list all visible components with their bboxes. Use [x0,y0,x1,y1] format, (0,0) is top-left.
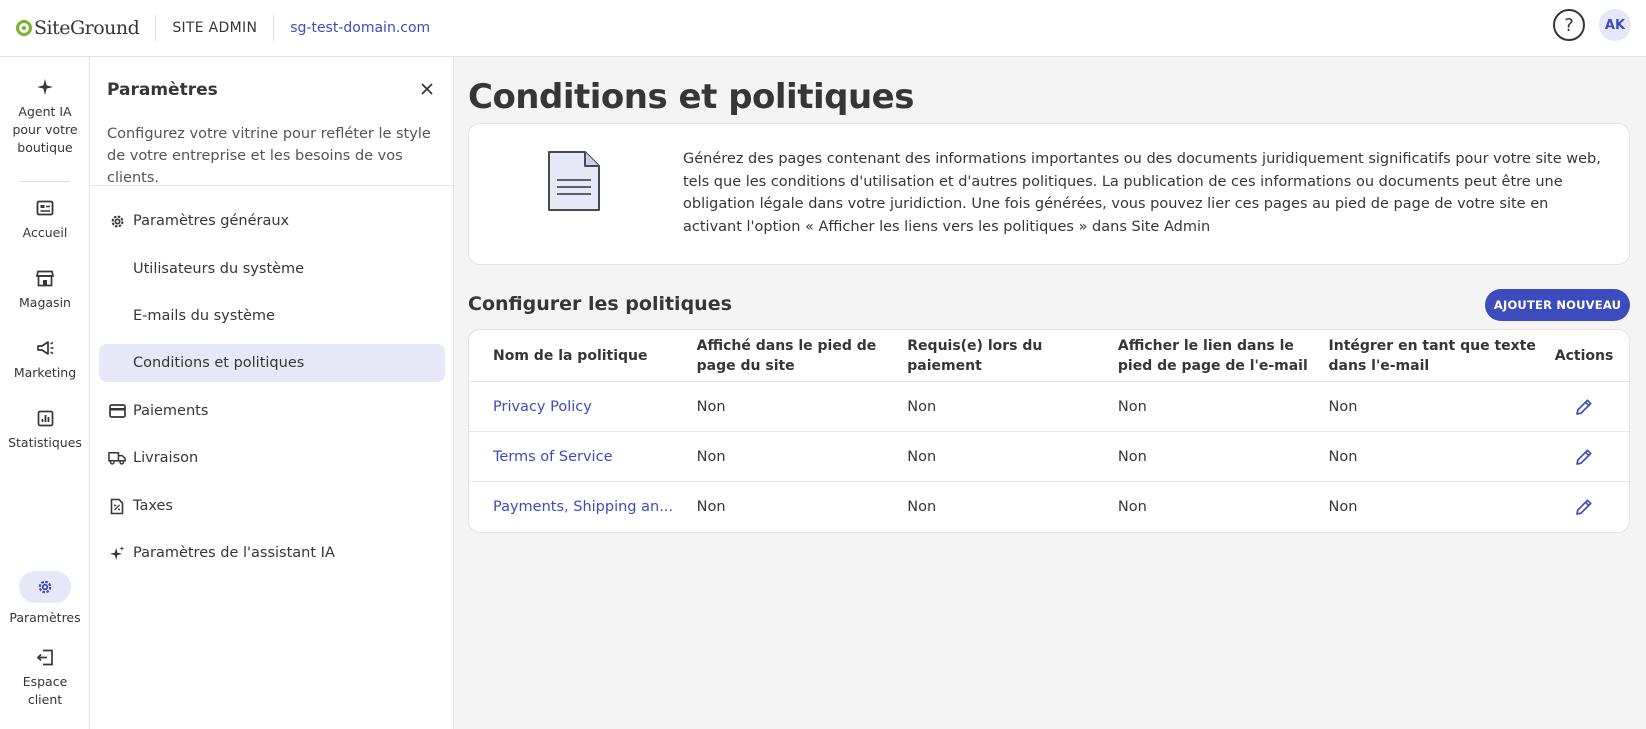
nav-label: Livraison [133,450,199,466]
page-title: Conditions et politiques [468,77,914,117]
section-title: Configurer les politiques [468,293,732,315]
nav-item-payments[interactable]: Paiements [99,392,445,430]
avatar[interactable]: AK [1599,9,1631,41]
rail-item-statistics[interactable]: Statistiques [0,408,90,452]
footer-display-value: Non [696,448,726,465]
nav-item-system-emails[interactable]: E-mails du système [99,297,445,335]
settings-panel: Paramètres Configurez votre vitrine pour… [90,57,454,729]
edit-action [1539,496,1629,518]
card-icon [108,402,126,420]
email-link-value: Non [1117,499,1147,515]
panel-divider [90,185,453,186]
column-header: Intégrer en tant que texte dans l'e-mail [1328,337,1536,374]
panel-description: Configurez votre vitrine pour refléter l… [107,126,431,186]
nav-label: Taxes [133,498,173,514]
rail-label: Marketing [13,365,77,380]
email-link-value: Non [1117,398,1147,415]
rail-item-marketing[interactable]: Marketing [0,338,90,382]
rail-label: Paramètres [9,610,81,625]
truck-icon [108,449,126,467]
store-icon [35,268,55,288]
siteground-logo-icon [16,20,32,36]
info-text: Générez des pages contenant des informat… [683,151,1601,235]
edit-action [1539,446,1629,468]
exit-icon [35,647,55,667]
add-new-button[interactable]: AJOUTER NOUVEAU [1485,289,1630,321]
checkout-required-value: Non [907,499,937,515]
nav-item-system-users[interactable]: Utilisateurs du système [99,250,445,288]
rail-divider [20,181,70,182]
column-header: Nom de la politique [493,347,648,364]
help-icon[interactable]: ? [1553,9,1585,41]
chart-icon [35,408,55,428]
nav-item-taxes[interactable]: Taxes [99,487,445,525]
close-icon[interactable] [417,79,437,99]
policy-name-link[interactable]: Privacy Policy [469,399,697,415]
email-text-value: Non [1328,499,1358,515]
rail-label: Accueil [22,225,68,240]
document-icon [547,150,601,216]
nav-item-terms-policies[interactable]: Conditions et politiques [99,344,445,382]
nav-label: Paiements [133,403,209,419]
nav-label: Utilisateurs du système [133,261,305,277]
header-divider [155,15,157,41]
policy-name-link[interactable]: Terms of Service [469,449,697,465]
rail-label: Espace client [22,674,68,707]
policy-name-link[interactable]: Payments, Shipping an... [469,499,697,515]
nav-item-shipping[interactable]: Livraison [99,439,445,477]
sparkle-icon [108,544,126,562]
nav-label: E-mails du système [133,308,275,324]
main-content: Conditions et politiques Générez des pag… [455,57,1646,729]
edit-action [1539,396,1629,418]
nav-item-ai-assistant-settings[interactable]: Paramètres de l'assistant IA [99,534,445,572]
column-header: Requis(e) lors du paiement [907,337,1043,374]
footer-display-value: Non [696,499,726,515]
site-admin-label: SITE ADMIN [172,20,258,36]
nav-label: Conditions et politiques [133,355,305,371]
table-row: Payments, Shipping an... Non Non Non Non [469,482,1629,532]
rail-label: Magasin [19,295,71,310]
gear-icon [19,571,71,603]
info-card: Générez des pages contenant des informat… [468,123,1630,265]
nav-label: Paramètres généraux [133,213,290,229]
column-header: Affiché dans le pied de page du site [696,337,877,374]
logo-text: SiteGround [34,17,140,39]
sparkle-icon [35,77,55,97]
siteground-logo[interactable]: SiteGround [16,17,140,39]
rail-label: Statistiques [8,435,82,450]
table-row: Terms of Service Non Non Non Non [469,432,1629,482]
checkout-required-value: Non [907,448,937,465]
table-header-row: Nom de la politique Affiché dans le pied… [469,330,1629,382]
home-icon [35,198,55,218]
pencil-icon[interactable] [1573,496,1595,518]
nav-item-general-settings[interactable]: Paramètres généraux [99,202,445,240]
rail-label: Agent IA pour votre boutique [12,104,78,155]
column-header: Afficher le lien dans le pied de page de… [1117,337,1308,374]
pencil-icon[interactable] [1573,396,1595,418]
left-rail: Agent IA pour votre boutique Accueil Mag… [0,57,90,729]
domain-link[interactable]: sg-test-domain.com [290,20,430,36]
email-text-value: Non [1328,448,1358,465]
nav-label: Paramètres de l'assistant IA [133,545,335,561]
top-bar: SiteGround SITE ADMIN sg-test-domain.com… [0,0,1646,57]
panel-title: Paramètres [107,80,218,100]
rail-item-home[interactable]: Accueil [0,198,90,242]
header-divider [273,15,275,41]
table-row: Privacy Policy Non Non Non Non [469,382,1629,432]
rail-item-client-area[interactable]: Espace client [0,647,90,709]
rail-item-settings[interactable]: Paramètres [0,571,90,627]
tax-document-icon [108,497,126,515]
checkout-required-value: Non [907,398,937,415]
rail-item-ai-agent[interactable]: Agent IA pour votre boutique [0,77,90,157]
column-header: Actions [1554,347,1614,364]
megaphone-icon [35,338,55,358]
footer-display-value: Non [696,398,726,415]
gear-icon [108,212,126,230]
email-text-value: Non [1328,398,1358,415]
policies-table: Nom de la politique Affiché dans le pied… [468,329,1630,533]
rail-item-store[interactable]: Magasin [0,268,90,312]
pencil-icon[interactable] [1573,446,1595,468]
email-link-value: Non [1117,448,1147,465]
